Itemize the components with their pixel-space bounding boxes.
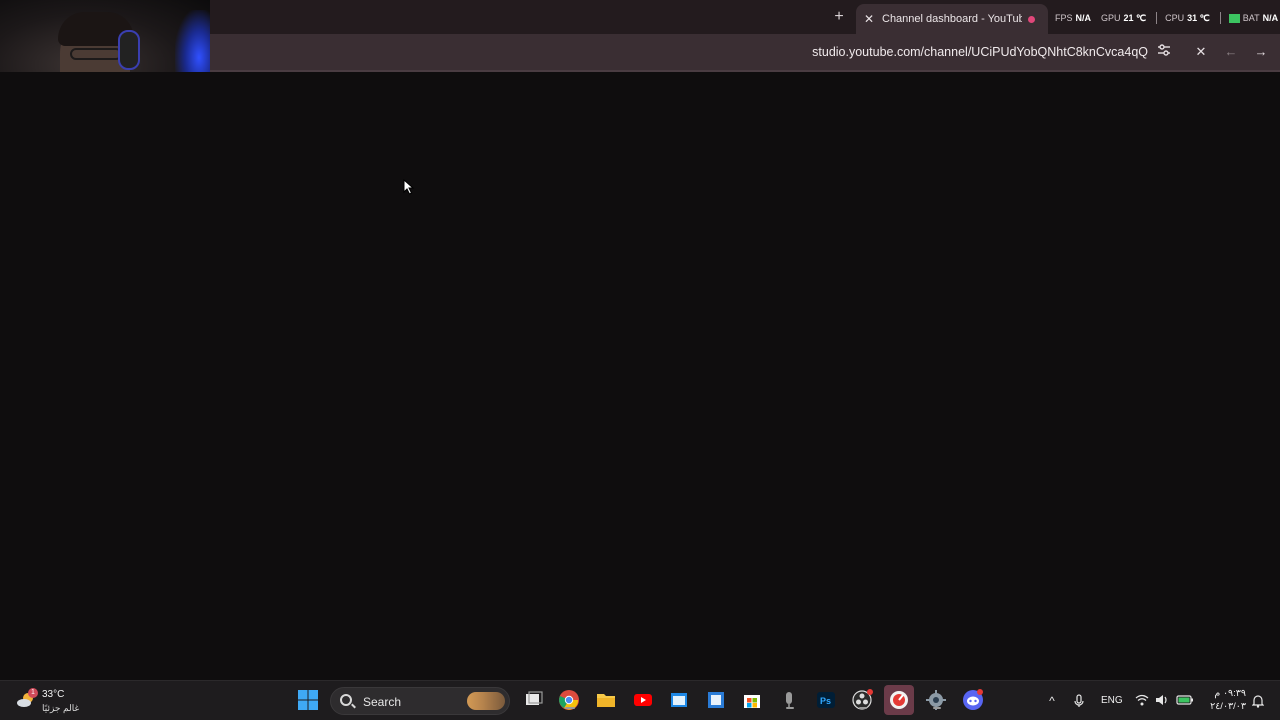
stop-loading-icon[interactable]: ✕ — [1192, 43, 1210, 61]
obs-studio-icon[interactable] — [851, 689, 873, 711]
search-icon — [340, 694, 352, 706]
gpu-value: 21 ℃ — [1123, 12, 1147, 23]
overlay-divider — [1156, 12, 1158, 24]
wifi-icon[interactable] — [1135, 694, 1149, 709]
youtube-icon[interactable] — [632, 689, 654, 711]
weather-temperature: 33°C — [42, 689, 65, 700]
cpu-value: 31 ℃ — [1187, 12, 1210, 23]
weather-description: غالم جزئيًا — [42, 703, 80, 713]
notepad-icon[interactable] — [705, 689, 727, 711]
back-arrow-icon[interactable]: ← — [1222, 43, 1240, 61]
clock-date: ٢٤/٠٣/٠٣ — [1210, 701, 1246, 712]
taskbar-search-box[interactable]: Search — [330, 687, 510, 715]
system-clock[interactable]: ٠٩:٣٩ م ٢٤/٠٣/٠٣ — [1200, 687, 1246, 713]
show-hidden-icons-chevron-up-icon[interactable]: ^ — [1045, 694, 1059, 708]
fps-label: FPS — [1055, 13, 1073, 23]
forward-arrow-icon[interactable]: → — [1252, 43, 1270, 61]
battery-charging-icon[interactable] — [1176, 694, 1194, 709]
cpu-label: CPU — [1165, 13, 1185, 23]
app-window-icon[interactable] — [668, 689, 690, 711]
site-settings-icon[interactable] — [1155, 43, 1173, 61]
tab-close-icon[interactable]: ✕ — [862, 12, 876, 26]
overlay-divider — [1219, 12, 1221, 24]
bat-label: BAT — [1242, 13, 1260, 23]
screen: + ✕ Channel dashboard - YouTube FPS N/A … — [0, 0, 1280, 720]
svg-text:Ps: Ps — [820, 696, 831, 706]
weather-widget[interactable]: 1 33°C غالم جزئيًا — [14, 686, 94, 716]
new-tab-icon[interactable]: + — [830, 8, 848, 26]
fps-value: N/A — [1075, 13, 1092, 23]
battery-icon — [1228, 13, 1240, 23]
notification-bell-icon[interactable] — [1251, 694, 1265, 711]
taskbar: 1 33°C غالم جزئيًا Search Ps ^ ENG ٠٩:٣٩… — [0, 680, 1280, 720]
weather-notification-badge: 1 — [28, 688, 38, 698]
volume-icon[interactable] — [1155, 694, 1169, 709]
recorder-app-icon[interactable] — [884, 685, 914, 715]
task-view-icon[interactable] — [523, 689, 545, 711]
clock-time: ٠٩:٣٩ م — [1214, 688, 1246, 699]
tab-channel-dashboard[interactable]: ✕ Channel dashboard - YouTube — [856, 4, 1048, 34]
microphone-app-icon[interactable] — [778, 689, 800, 711]
windows-start-icon[interactable] — [297, 689, 319, 711]
gpu-label: GPU — [1101, 13, 1121, 23]
settings-gear-icon[interactable] — [925, 689, 947, 711]
tab-title: Channel dashboard - YouTube — [882, 13, 1022, 25]
hardware-monitor-overlay: FPS N/A GPU 21 ℃ CPU 31 ℃ BAT N/A — [1055, 10, 1280, 26]
search-highlight-image — [467, 692, 505, 710]
photoshop-icon[interactable]: Ps — [815, 689, 837, 711]
microsoft-store-icon[interactable] — [741, 689, 763, 711]
discord-icon[interactable] — [962, 689, 984, 711]
microphone-icon[interactable] — [1072, 694, 1086, 711]
input-language-indicator[interactable]: ENG — [1101, 695, 1123, 706]
address-bar[interactable]: studio.youtube.com/channel/UCiPUdYobQNht… — [790, 45, 1148, 59]
file-explorer-icon[interactable] — [595, 689, 617, 711]
search-label: Search — [363, 695, 402, 709]
bat-value: N/A — [1262, 13, 1279, 23]
chrome-icon[interactable] — [558, 689, 580, 711]
page-content-area — [0, 72, 1280, 680]
recording-indicator-icon — [1028, 15, 1035, 23]
